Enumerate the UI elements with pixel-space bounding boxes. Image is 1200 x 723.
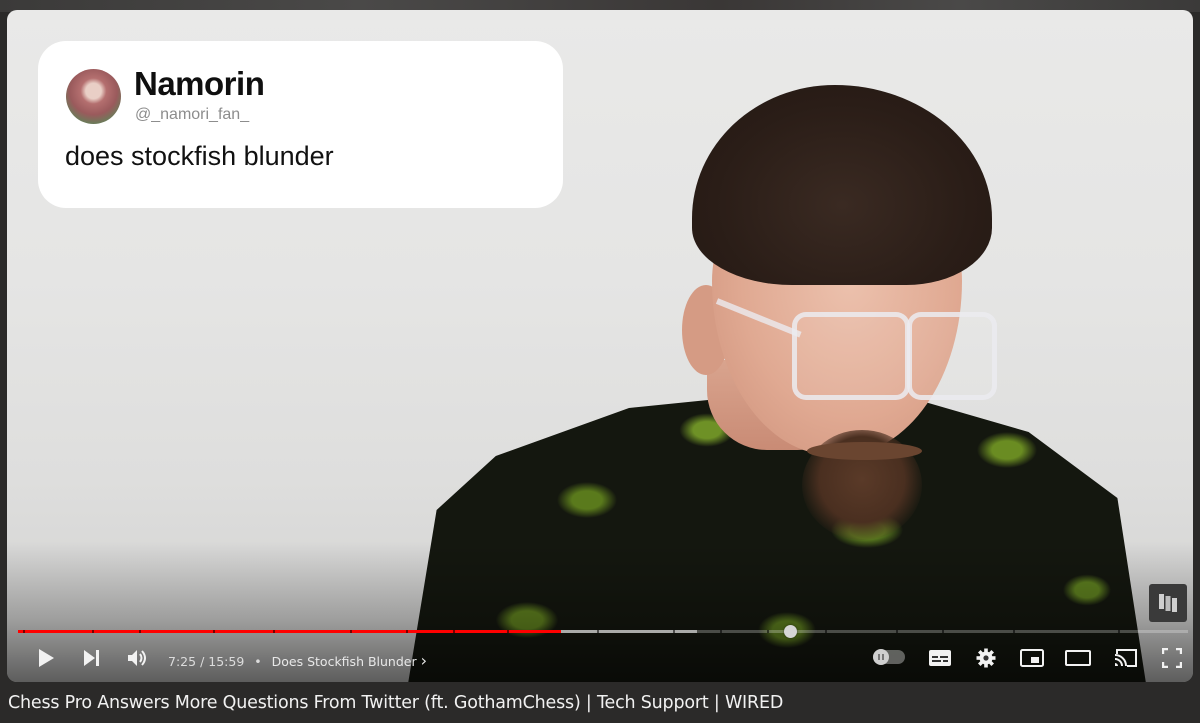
chapter-marker <box>766 630 769 633</box>
chapter-marker <box>350 630 353 633</box>
settings-button[interactable] <box>972 644 1000 672</box>
current-time: 7:25 <box>168 654 197 669</box>
play-icon <box>39 649 54 667</box>
video-player[interactable]: Namorin @_namori_fan_ does stockfish blu… <box>7 10 1193 682</box>
chapter-marker <box>22 630 25 633</box>
fullscreen-button[interactable] <box>1158 644 1186 672</box>
player-controls: 7:25 / 15:59 • Does Stockfish Blunder › <box>18 638 1188 678</box>
next-button[interactable] <box>78 644 106 672</box>
miniplayer-button[interactable] <box>1018 644 1046 672</box>
theater-mode-icon <box>1065 650 1091 666</box>
gear-icon <box>976 648 996 668</box>
moustache <box>807 442 922 460</box>
progress-played <box>18 630 561 633</box>
chapter-marker <box>507 630 510 633</box>
chapter-marker <box>597 630 600 633</box>
chapter-title-button[interactable]: Does Stockfish Blunder › <box>271 651 428 670</box>
cast-button[interactable] <box>1112 644 1140 672</box>
chapter-marker <box>895 630 898 633</box>
chapter-marker <box>453 630 456 633</box>
chapter-marker <box>273 630 276 633</box>
autoplay-toggle[interactable] <box>873 649 905 665</box>
fullscreen-icon <box>1162 648 1182 668</box>
progress-bar[interactable] <box>18 625 1188 638</box>
tweet-author-name: Namorin <box>134 65 265 102</box>
wired-logo-icon[interactable] <box>1149 584 1187 622</box>
chapter-marker <box>1012 630 1015 633</box>
time-separator: / <box>200 654 205 669</box>
chapter-marker <box>1117 630 1120 633</box>
theater-mode-button[interactable] <box>1064 644 1092 672</box>
chapter-marker <box>825 630 828 633</box>
tweet-text: does stockfish blunder <box>65 141 334 171</box>
chapter-bullet: • <box>254 654 262 669</box>
chapter-title: Does Stockfish Blunder <box>271 654 417 669</box>
next-icon <box>84 650 99 666</box>
hair <box>692 85 992 285</box>
chapter-marker <box>942 630 945 633</box>
chapter-marker <box>91 630 94 633</box>
subtitles-button[interactable] <box>926 644 954 672</box>
subtitles-icon <box>929 650 951 666</box>
volume-icon <box>128 650 146 666</box>
tweet-author-handle: @_namori_fan_ <box>135 106 250 123</box>
miniplayer-icon <box>1020 649 1044 667</box>
chapter-marker <box>138 630 141 633</box>
chevron-right-icon: › <box>420 651 428 670</box>
glasses <box>715 288 997 400</box>
chapter-marker <box>720 630 722 633</box>
video-title: Chess Pro Answers More Questions From Tw… <box>8 693 784 713</box>
volume-button[interactable] <box>124 644 152 672</box>
avatar <box>66 69 121 124</box>
time-display: 7:25 / 15:59 • Does Stockfish Blunder › <box>168 651 427 670</box>
tweet-overlay-card: Namorin @_namori_fan_ does stockfish blu… <box>38 41 563 208</box>
play-button[interactable] <box>32 644 60 672</box>
chapter-marker <box>673 630 676 633</box>
cast-icon <box>1114 649 1137 667</box>
chapter-marker <box>213 630 216 633</box>
chapter-marker <box>406 630 409 633</box>
autoplay-toggle-icon <box>873 649 889 665</box>
duration: 15:59 <box>208 654 245 669</box>
